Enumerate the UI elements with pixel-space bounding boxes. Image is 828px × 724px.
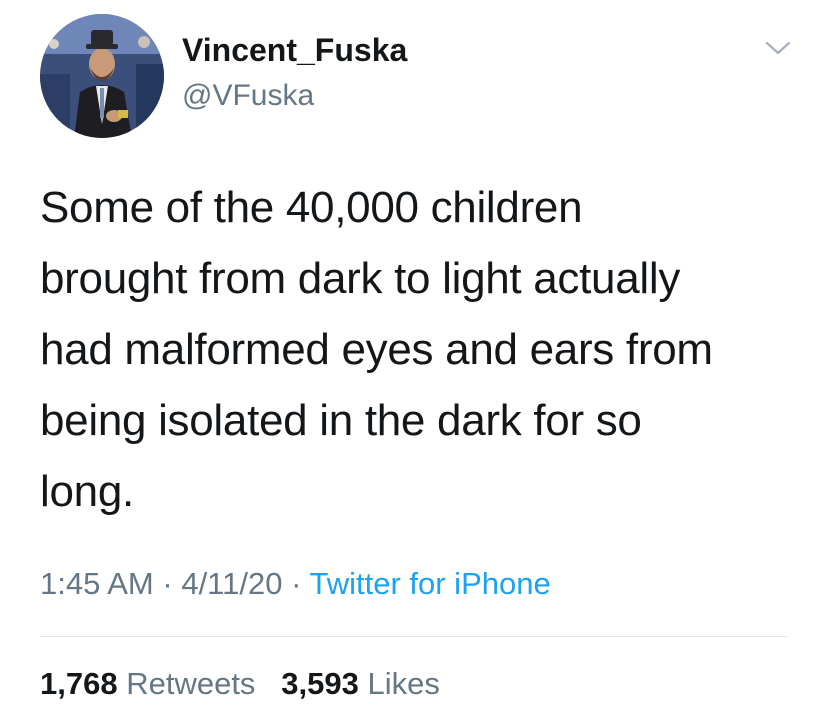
meta-separator: · (291, 566, 302, 601)
author-handle[interactable]: @VFuska (182, 79, 314, 113)
like-count: 3,593 (281, 666, 359, 701)
tweet-source-link[interactable]: Twitter for iPhone (309, 566, 550, 601)
retweets-stat[interactable]: 1,768 Retweets (40, 666, 264, 701)
retweet-label: Retweets (126, 666, 256, 701)
tweet-card: Vincent_Fuska @VFuska Some of the 40,000… (0, 0, 828, 724)
like-label: Likes (367, 666, 440, 701)
avatar-photo (40, 14, 164, 138)
author-display-name[interactable]: Vincent_Fuska (182, 32, 407, 69)
meta-separator: · (162, 566, 173, 601)
chevron-down-icon[interactable] (764, 36, 792, 60)
tweet-date: 4/11/20 (181, 566, 283, 601)
retweet-count: 1,768 (40, 666, 118, 701)
tweet-time: 1:45 AM (40, 566, 154, 601)
tweet-metadata: 1:45 AM · 4/11/20 · Twitter for iPhone (40, 566, 551, 602)
tweet-text: Some of the 40,000 children brought from… (40, 183, 713, 516)
avatar[interactable] (40, 14, 164, 138)
divider (40, 636, 788, 637)
likes-stat[interactable]: 3,593 Likes (281, 666, 440, 701)
tweet-stats: 1,768 Retweets 3,593 Likes (40, 666, 440, 702)
